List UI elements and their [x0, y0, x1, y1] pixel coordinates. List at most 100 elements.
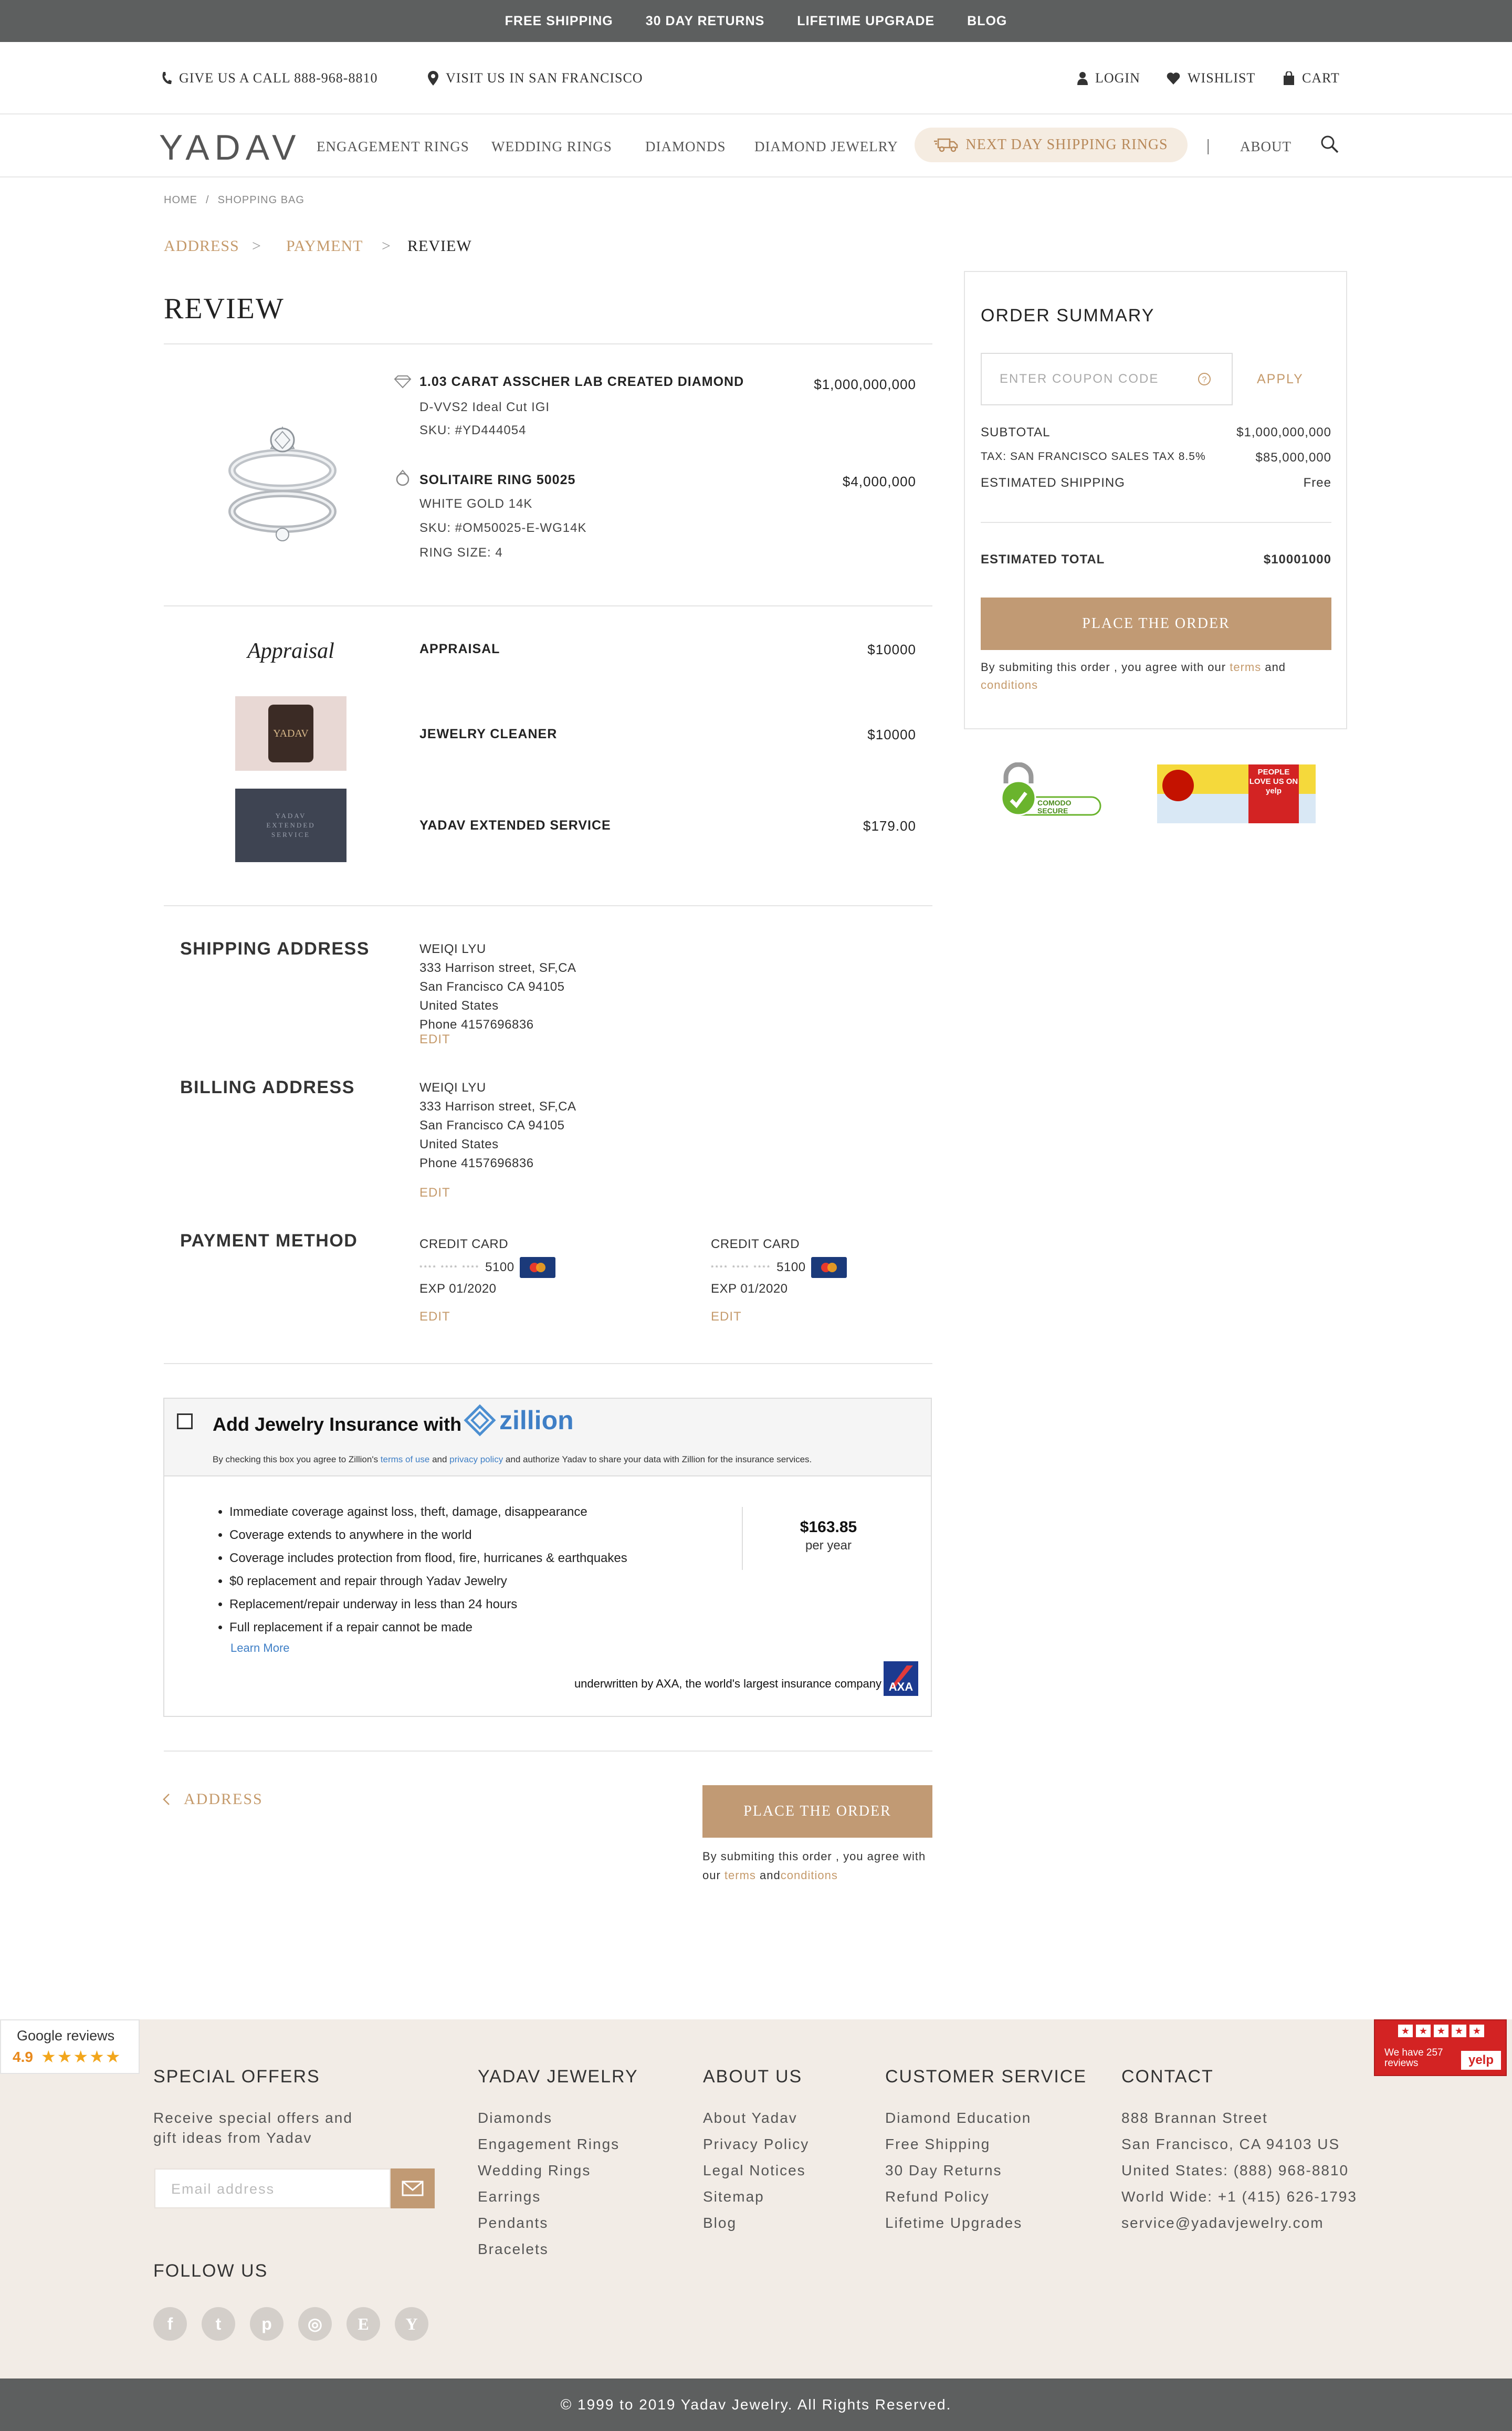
footer-link-free-shipping[interactable]: Free Shipping [885, 2136, 990, 2153]
bottom-conditions-link[interactable]: conditions [781, 1869, 838, 1882]
promo-returns[interactable]: 30 DAY RETURNS [646, 14, 765, 29]
google-reviews-widget[interactable]: Google reviews 4.9 ★★★★★ [0, 2019, 140, 2074]
nav-separator: | [1206, 135, 1211, 154]
footer-link-pendants[interactable]: Pendants [478, 2215, 548, 2231]
bottom-terms-link[interactable]: terms [724, 1869, 756, 1882]
footer-link-bracelets[interactable]: Bracelets [478, 2241, 549, 2258]
card-2-edit-link[interactable]: EDIT [711, 1309, 742, 1324]
shipping-row: ESTIMATED SHIPPING Free [981, 476, 1331, 490]
nav-engagement-rings[interactable]: ENGAGEMENT RINGS [317, 139, 469, 155]
learn-more-link[interactable]: Learn More [230, 1641, 290, 1655]
comodo-text: COMODO SECURE [1037, 799, 1072, 815]
footer-link-privacy[interactable]: Privacy Policy [703, 2136, 809, 2153]
place-order-button[interactable]: PLACE THE ORDER [981, 598, 1331, 650]
step-address[interactable]: ADDRESS [164, 237, 239, 255]
twitter-icon[interactable]: t [202, 2307, 235, 2341]
instagram-icon[interactable]: ◎ [298, 2307, 332, 2341]
place-order-button-bottom[interactable]: PLACE THE ORDER [702, 1785, 932, 1838]
billing-edit-link[interactable]: EDIT [419, 1186, 450, 1200]
bottom-terms-and: and [755, 1869, 781, 1882]
addon-cleaner-title: JEWELRY CLEANER [419, 727, 558, 741]
etsy-icon[interactable]: E [346, 2307, 380, 2341]
promo-lifetime-upgrade[interactable]: LIFETIME UPGRADE [797, 14, 934, 29]
pinterest-icon[interactable]: p [250, 2307, 284, 2341]
nav-diamond-jewelry[interactable]: DIAMOND JEWELRY [754, 139, 898, 155]
card-1-edit-link[interactable]: EDIT [419, 1309, 450, 1324]
shipping-edit-link[interactable]: EDIT [419, 1032, 450, 1047]
yelp-badge[interactable]: PEOPLE LOVE US ON yelp [1157, 764, 1316, 823]
divider [164, 1751, 932, 1752]
comodo-secure-badge[interactable]: COMODO SECURE [999, 762, 1104, 820]
footer-col-title: YADAV JEWELRY [478, 2067, 638, 2087]
back-to-address-link[interactable]: ADDRESS [163, 1790, 263, 1808]
yelp-star-icon: ★ [1416, 2025, 1431, 2037]
footer-link-sitemap[interactable]: Sitemap [703, 2188, 764, 2205]
nav-wedding-rings[interactable]: WEDDING RINGS [491, 139, 612, 155]
cart-link[interactable]: CART [1283, 70, 1340, 86]
billing-city: San Francisco CA 94105 [419, 1118, 565, 1133]
location-pin-icon [428, 71, 438, 86]
promo-free-shipping[interactable]: FREE SHIPPING [505, 14, 613, 29]
contact-email[interactable]: service@yadavjewelry.com [1121, 2215, 1324, 2231]
item-diamond-sku: SKU: #YD444054 [419, 423, 527, 437]
insurance-checkbox[interactable] [177, 1413, 193, 1429]
jewelry-cleaner-thumb: YADAV [235, 696, 346, 771]
apply-coupon-link[interactable]: APPLY [1257, 372, 1304, 387]
shipping-name: WEIQI LYU [419, 942, 486, 956]
coupon-input[interactable]: ENTER COUPON CODE ? [981, 353, 1233, 405]
step-payment[interactable]: PAYMENT [286, 237, 363, 255]
yadav-logo[interactable]: YADAV [159, 127, 301, 168]
consent-and: and [429, 1454, 450, 1464]
ring-product-image[interactable] [225, 418, 340, 549]
yadav-social-icon[interactable]: Y [395, 2307, 428, 2341]
footer-link-about[interactable]: About Yadav [703, 2110, 797, 2126]
contact-us-phone[interactable]: United States: (888) 968-8810 [1121, 2162, 1349, 2179]
delivery-truck-icon [934, 138, 958, 152]
footer-link-wedding-rings[interactable]: Wedding Rings [478, 2162, 591, 2179]
yelp-star-icon: ★ [1452, 2025, 1466, 2037]
login-link[interactable]: LOGIN [1077, 70, 1140, 86]
user-icon [1077, 72, 1088, 85]
footer-link-diamonds[interactable]: Diamonds [478, 2110, 552, 2126]
footer-link-earrings[interactable]: Earrings [478, 2188, 541, 2205]
footer-link-blog[interactable]: Blog [703, 2215, 737, 2231]
heart-icon [1167, 72, 1180, 85]
login-text: LOGIN [1095, 70, 1140, 86]
summary-conditions-link[interactable]: conditions [981, 678, 1038, 691]
footer-col-title: CUSTOMER SERVICE [885, 2067, 1087, 2087]
facebook-icon[interactable]: f [153, 2307, 187, 2341]
summary-terms-link[interactable]: terms [1230, 661, 1261, 674]
footer-link-engagement-rings[interactable]: Engagement Rings [478, 2136, 620, 2153]
footer-link-diamond-education[interactable]: Diamond Education [885, 2110, 1031, 2126]
footer-link-legal[interactable]: Legal Notices [703, 2162, 806, 2179]
search-icon[interactable] [1320, 135, 1339, 154]
yelp-badge-text: PEOPLE LOVE US ON yelp [1248, 764, 1299, 823]
footer-link-refund[interactable]: Refund Policy [885, 2188, 990, 2205]
newsletter-submit-button[interactable] [391, 2168, 435, 2208]
addon-appraisal-price: $10000 [867, 642, 916, 657]
visit-us-link[interactable]: VISIT US IN SAN FRANCISCO [428, 70, 643, 86]
payment-method-title: PAYMENT METHOD [180, 1231, 358, 1251]
wishlist-link[interactable]: WISHLIST [1167, 70, 1255, 86]
nav-about[interactable]: ABOUT [1240, 139, 1292, 155]
breadcrumb-shopping-bag[interactable]: SHOPPING BAG [218, 194, 304, 206]
item-title-diamond[interactable]: 1.03 CARAT ASSCHER LAB CREATED DIAMOND [419, 374, 744, 390]
call-us-link[interactable]: GIVE US A CALL 888-968-8810 [161, 70, 377, 86]
insurance-price: $163.85 [800, 1518, 857, 1536]
nav-diamonds[interactable]: DIAMONDS [645, 139, 726, 155]
insurance-per-year: per year [805, 1538, 852, 1553]
appraisal-thumb-text: Appraisal [247, 639, 334, 663]
next-day-shipping-pill[interactable]: NEXT DAY SHIPPING RINGS [915, 128, 1188, 162]
help-icon[interactable]: ? [1197, 372, 1212, 386]
yelp-reviews-widget[interactable]: ★ ★ ★ ★ ★ We have 257 reviews yelp [1374, 2019, 1507, 2076]
privacy-policy-link[interactable]: privacy policy [449, 1454, 503, 1464]
promo-blog[interactable]: BLOG [967, 14, 1007, 29]
footer-link-returns[interactable]: 30 Day Returns [885, 2162, 1002, 2179]
item-title-ring[interactable]: SOLITAIRE RING 50025 [419, 473, 575, 488]
breadcrumb-home[interactable]: HOME [164, 194, 197, 206]
terms-of-use-link[interactable]: terms of use [381, 1454, 430, 1464]
benefit-item: Immediate coverage against loss, theft, … [229, 1501, 627, 1524]
footer-link-upgrades[interactable]: Lifetime Upgrades [885, 2215, 1022, 2231]
contact-world-phone[interactable]: World Wide: +1 (415) 626-1793 [1121, 2188, 1357, 2205]
newsletter-email-input[interactable]: Email address [154, 2168, 391, 2208]
